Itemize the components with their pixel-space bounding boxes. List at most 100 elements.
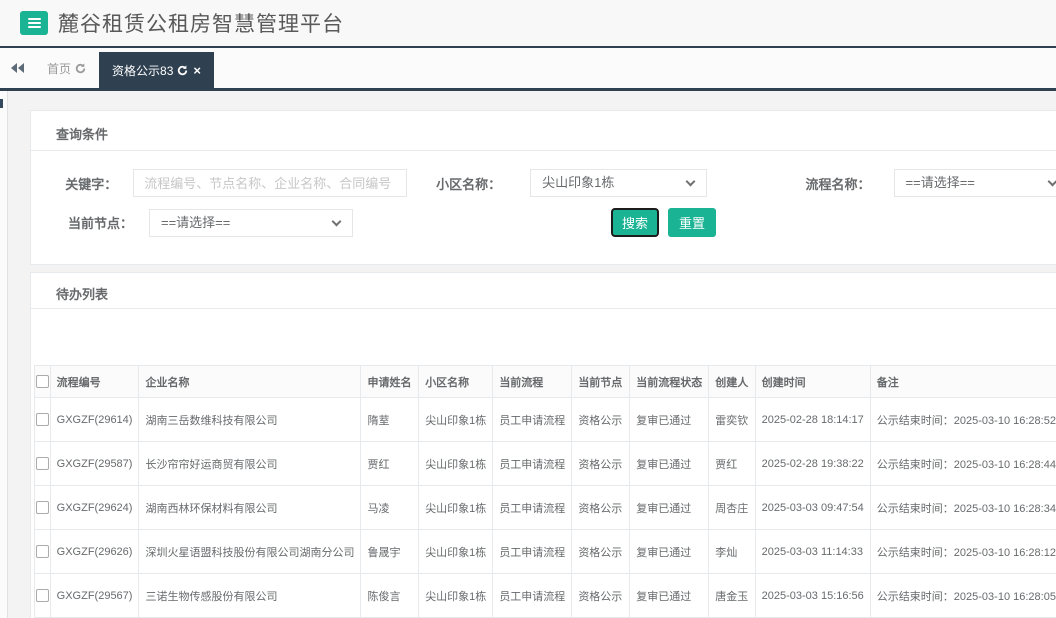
search-button[interactable]: 搜索 [611,208,660,237]
cell-applicant: 贾红 [360,441,420,486]
cell-current-flow: 员工申请流程 [492,529,573,574]
close-icon[interactable]: × [193,64,201,77]
table-row: GXGZF(29567) 三诺生物传感股份有限公司 陈俊言 尖山印象1栋 员工申… [34,573,1056,618]
row-checkbox[interactable] [35,501,49,514]
node-label: 当前节点： [67,216,133,231]
cell-creator: 周杏庄 [708,485,756,530]
left-arrow-icon [10,63,17,73]
community-label: 小区名称： [436,176,502,192]
cell-applicant: 马凌 [360,485,420,530]
todo-panel: 待办列表 流程编号 企业名称 申请姓名 小区名称 当前流程 当前节点 当前流程状… [30,272,1056,618]
cell-flow-status: 复审已通过 [629,441,710,486]
cell-current-flow: 员工申请流程 [492,485,573,530]
query-panel: 查询条件 关键字： 小区名称： 尖山印象1栋 流程名称： ==请选择== [30,110,1056,265]
cell-current-flow: 员工申请流程 [492,397,573,442]
keyword-input[interactable] [133,169,408,197]
row-checkbox[interactable] [35,589,49,602]
cell-current-node: 资格公示 [571,485,631,530]
cell-creator: 贾红 [708,441,756,486]
process-select[interactable]: ==请选择== [893,169,1056,197]
app-header: 麓谷租赁公租房智慧管理平台 [0,0,1056,48]
content-area: 查询条件 关键字： 小区名称： 尖山印象1栋 流程名称： ==请选择== [0,91,1056,618]
cell-community: 尖山印象1栋 [418,529,494,574]
hamburger-icon [27,18,41,28]
row-checkbox[interactable] [35,457,49,470]
cell-current-node: 资格公示 [571,441,631,486]
table-row: GXGZF(29626) 深圳火星语盟科技股份有限公司湖南分公司 鲁晟宇 尖山印… [34,529,1056,574]
chevron-down-icon [1047,176,1056,187]
cell-flow-status: 复审已通过 [629,529,710,574]
column-header-create-time: 创建时间 [754,365,871,398]
table-row: GXGZF(29587) 长沙帘帘好运商贸有限公司 贾红 尖山印象1栋 员工申请… [34,441,1056,486]
column-header-creator: 创建人 [708,365,756,398]
column-header-applicant: 申请姓名 [360,365,420,398]
cell-remark: 公示结束时间：2025-03-10 16:28:44 [869,441,1056,486]
cell-company: 深圳火星语盟科技股份有限公司湖南分公司 [138,529,362,574]
cell-create-time: 2025-03-03 09:47:54 [754,485,871,530]
table-header-row: 流程编号 企业名称 申请姓名 小区名称 当前流程 当前节点 当前流程状态 创建人… [34,365,1056,398]
cell-community: 尖山印象1栋 [418,485,494,530]
todo-table: 流程编号 企业名称 申请姓名 小区名称 当前流程 当前节点 当前流程状态 创建人… [34,365,1056,618]
tab-home-label: 首页 [47,61,72,76]
cell-company: 长沙帘帘好运商贸有限公司 [138,441,362,486]
column-header-remark: 备注 [869,365,1056,398]
cell-applicant: 鲁晟宇 [360,529,420,574]
cell-process-no: GXGZF(29624) [49,485,140,530]
cell-creator: 唐金玉 [708,573,756,618]
chevron-down-icon [331,216,342,226]
cell-applicant: 陈俊言 [360,573,420,618]
sidebar-toggle-button[interactable] [20,11,48,35]
cell-process-no: GXGZF(29587) [49,441,140,486]
row-checkbox[interactable] [35,545,49,558]
cell-company: 湖南西林环保材料有限公司 [138,485,362,530]
cell-flow-status: 复审已通过 [629,397,710,442]
cell-applicant: 隋荎 [360,397,420,442]
node-select-value: ==请选择== [161,214,231,230]
cell-current-flow: 员工申请流程 [492,573,573,618]
cell-remark: 公示结束时间：2025-03-10 16:28:12 [869,529,1056,574]
collapse-tabs-icon[interactable] [0,48,34,88]
cell-create-time: 2025-03-03 11:14:33 [754,529,871,574]
todo-panel-body: 流程编号 企业名称 申请姓名 小区名称 当前流程 当前节点 当前流程状态 创建人… [31,309,1056,618]
chevron-down-icon [685,176,696,187]
cell-process-no: GXGZF(29626) [49,529,140,574]
node-select[interactable]: ==请选择== [149,208,353,237]
cell-create-time: 2025-03-03 15:16:56 [754,573,871,618]
left-arrow-icon [17,63,24,73]
tab-qualification-label: 资格公示83 [112,63,174,78]
cell-community: 尖山印象1栋 [418,573,494,618]
refresh-icon[interactable] [177,64,188,76]
query-form-row-1: 关键字： 小区名称： 尖山印象1栋 流程名称： ==请选择== [31,169,1056,197]
column-header-community: 小区名称 [418,365,494,398]
cell-community: 尖山印象1栋 [418,441,494,486]
process-select-value: ==请选择== [905,175,975,190]
tab-qualification-publicity[interactable]: 资格公示83 × [99,52,214,88]
query-panel-body: 关键字： 小区名称： 尖山印象1栋 流程名称： ==请选择== 当前节点： [31,151,1056,237]
column-header-process-no: 流程编号 [49,365,140,398]
cell-create-time: 2025-02-28 18:14:17 [754,397,871,442]
query-form-row-2: 当前节点： ==请选择== 搜索 重置 [31,208,1056,237]
sidebar-notch [0,99,3,108]
cell-creator: 李灿 [708,529,756,574]
app-root: 麓谷租赁公租房智慧管理平台 首页 资格公示83 × 查询条件 关键字： 流程编号… [0,0,1056,618]
table-row: GXGZF(29624) 湖南西林环保材料有限公司 马凌 尖山印象1栋 员工申请… [34,485,1056,530]
cell-company: 三诺生物传感股份有限公司 [138,573,362,618]
select-all-checkbox[interactable] [35,375,49,388]
cell-community: 尖山印象1栋 [418,397,494,442]
column-header-company: 企业名称 [138,365,362,398]
process-label: 流程名称： [805,176,871,192]
todo-table-body: GXGZF(29614) 湖南三岳数维科技有限公司 隋荎 尖山印象1栋 员工申请… [34,397,1056,618]
cell-current-node: 资格公示 [571,397,631,442]
tab-home[interactable]: 首页 [34,48,99,88]
refresh-icon[interactable] [75,62,86,74]
todo-panel-title: 待办列表 [31,273,1056,309]
cell-remark: 公示结束时间：2025-03-10 16:28:52 [869,397,1056,442]
collapsed-sidebar [0,91,8,618]
row-checkbox[interactable] [35,413,49,426]
cell-process-no: GXGZF(29567) [49,573,140,618]
cell-remark: 公示结束时间：2025-03-10 16:28:34 [869,485,1056,530]
reset-button[interactable]: 重置 [668,208,717,237]
community-select[interactable]: 尖山印象1栋 [530,169,708,197]
column-header-current-flow: 当前流程 [492,365,573,398]
cell-create-time: 2025-02-28 19:38:22 [754,441,871,486]
